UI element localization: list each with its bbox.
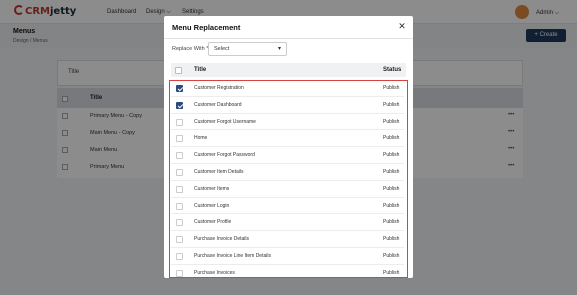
- item-title: Purchase Invoices: [194, 269, 235, 276]
- item-title: Customer Login: [194, 202, 230, 209]
- item-status: Publish: [383, 101, 400, 108]
- item-checkbox[interactable]: [176, 135, 183, 143]
- select-value: Select: [214, 46, 230, 52]
- list-item[interactable]: Customer Item Details Publish: [171, 164, 404, 181]
- item-title: Customer Items: [194, 185, 230, 192]
- list-item[interactable]: Customer Registration Publish: [171, 80, 404, 97]
- list-item[interactable]: Purchase Invoice Line Item Details Publis…: [171, 248, 404, 265]
- item-status: Publish: [383, 185, 400, 192]
- item-checkbox[interactable]: [176, 85, 183, 92]
- list-item[interactable]: Customer Login Publish: [171, 198, 404, 215]
- item-checkbox[interactable]: [176, 219, 183, 227]
- close-icon[interactable]: ✕: [396, 20, 408, 32]
- item-checkbox[interactable]: [176, 253, 183, 260]
- item-checkbox[interactable]: [176, 185, 183, 193]
- modal-title: Menu Replacement: [172, 23, 241, 32]
- item-status: Publish: [383, 253, 400, 259]
- select-all-checkbox[interactable]: [175, 67, 182, 74]
- item-checkbox[interactable]: [176, 169, 183, 176]
- list-item[interactable]: Purchase Invoice Details Publish: [171, 231, 404, 248]
- item-title: Purchase Invoice Line Item Details: [194, 253, 271, 259]
- chevron-down-icon: ▾: [278, 46, 282, 52]
- list-item[interactable]: Customer Items Publish: [171, 181, 404, 198]
- item-title: Home: [194, 135, 208, 142]
- column-status-header: Status: [383, 67, 402, 73]
- modal-table-header: [171, 63, 406, 77]
- item-status: Publish: [383, 219, 400, 226]
- item-checkbox[interactable]: [176, 269, 183, 277]
- item-checkbox[interactable]: [176, 101, 183, 109]
- item-title: Customer Forgot Username: [194, 118, 256, 125]
- list-item[interactable]: Customer Forgot Username Publish: [171, 114, 404, 131]
- item-title: Customer Profile: [194, 219, 232, 226]
- item-status: Publish: [383, 202, 400, 209]
- item-status: Publish: [383, 169, 400, 175]
- item-status: Publish: [383, 236, 400, 243]
- item-title: Customer Item Details: [194, 169, 244, 175]
- list-item[interactable]: Customer Dashboard Publish: [171, 97, 404, 114]
- item-title: Customer Forgot Password: [194, 152, 255, 159]
- item-title: Purchase Invoice Details: [194, 236, 250, 243]
- item-status: Publish: [383, 85, 400, 91]
- modal-divider: [164, 38, 413, 39]
- list-item[interactable]: Purchase Invoices Publish: [171, 265, 404, 277]
- item-title: Customer Registration: [194, 85, 244, 91]
- item-status: Publish: [383, 118, 400, 125]
- list-item[interactable]: Customer Profile Publish: [171, 214, 404, 232]
- item-status: Publish: [383, 269, 400, 276]
- item-status: Publish: [383, 152, 400, 159]
- item-checkbox[interactable]: [176, 236, 183, 244]
- item-checkbox[interactable]: [176, 118, 183, 126]
- list-item[interactable]: Home Publish: [171, 130, 404, 148]
- replace-with-select[interactable]: Select ▾: [208, 42, 287, 56]
- menu-replacement-modal: Menu Replacement ✕ Replace With * Select…: [164, 16, 413, 278]
- list-item[interactable]: Customer Forgot Password Publish: [171, 147, 404, 164]
- item-title: Customer Dashboard: [194, 101, 242, 108]
- item-checkbox[interactable]: [176, 152, 183, 160]
- item-status: Publish: [383, 135, 400, 142]
- replace-with-label: Replace With *: [172, 46, 209, 52]
- column-title-header: Title: [194, 67, 207, 73]
- item-checkbox[interactable]: [176, 202, 183, 210]
